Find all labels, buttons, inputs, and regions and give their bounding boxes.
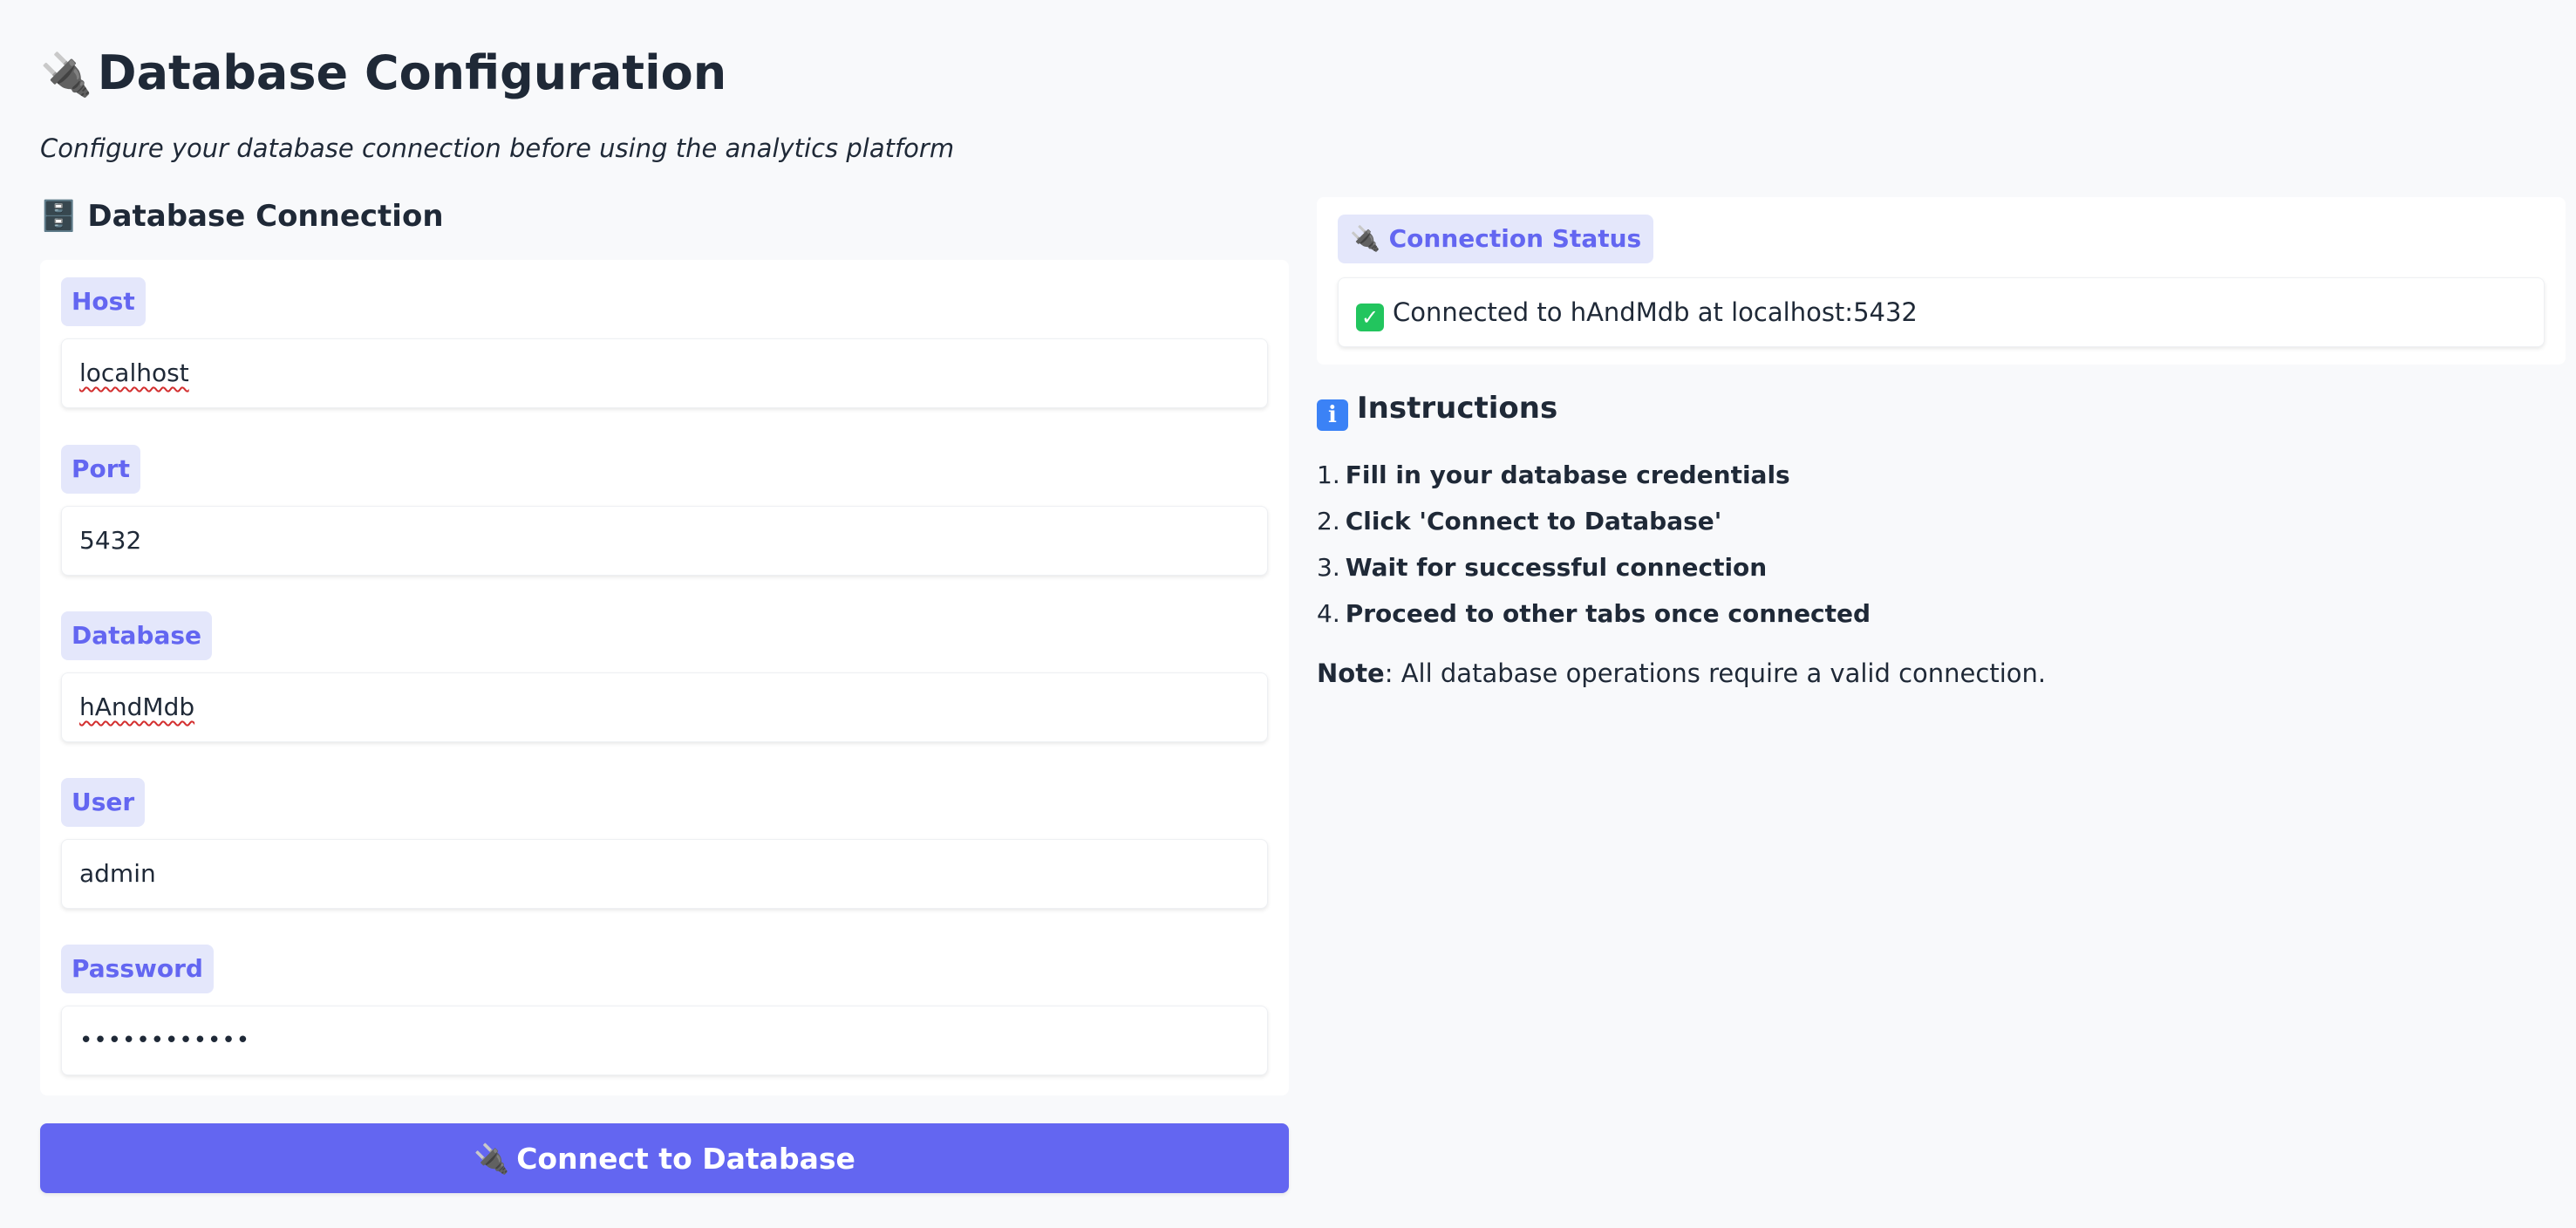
- connection-status-text: Connected to hAndMdb at localhost:5432: [1393, 297, 1918, 327]
- password-field-group: Password ••••••••••••: [61, 945, 1268, 1075]
- step-number: 2.: [1317, 507, 1340, 536]
- instructions-list: 1. Fill in your database credentials 2. Cl…: [1317, 452, 1871, 637]
- user-label: User: [61, 778, 146, 827]
- password-value: ••••••••••••: [79, 1027, 251, 1054]
- step-text: Proceed to other tabs once connected: [1345, 599, 1871, 628]
- password-label: Password: [61, 945, 214, 993]
- password-input[interactable]: ••••••••••••: [61, 1006, 1268, 1075]
- port-field-group: Port 5432: [61, 445, 1268, 576]
- connection-form: Host localhost Port 5432 Database hAndMd…: [40, 260, 1289, 1095]
- host-field-group: Host localhost: [61, 277, 1268, 408]
- user-value: admin: [79, 859, 156, 888]
- instructions-panel: i Instructions 1. Fill in your database cr…: [1317, 385, 2566, 688]
- plug-icon: 🔌: [474, 1142, 510, 1176]
- page-title: 🔌 Database Configuration: [40, 40, 726, 108]
- page-title-text: Database Configuration: [97, 45, 727, 100]
- step-number: 3.: [1317, 553, 1340, 582]
- instructions-heading: i Instructions: [1317, 385, 2566, 431]
- user-field-group: User admin: [61, 778, 1268, 909]
- connection-heading: 🗄️ Database Connection: [40, 194, 1289, 239]
- connection-heading-text: Database Connection: [87, 199, 444, 234]
- check-mark-icon: ✓: [1356, 304, 1384, 331]
- instruction-step: 1. Fill in your database credentials: [1317, 452, 1871, 498]
- database-field-group: Database hAndMdb: [61, 611, 1268, 742]
- port-value: 5432: [79, 526, 142, 555]
- host-value: localhost: [79, 358, 189, 387]
- connect-button[interactable]: 🔌 Connect to Database: [40, 1123, 1289, 1193]
- port-label: Port: [61, 445, 140, 494]
- host-label: Host: [61, 277, 146, 326]
- database-label: Database: [61, 611, 213, 660]
- instruction-step: 3. Wait for successful connection: [1317, 544, 1871, 590]
- step-number: 4.: [1317, 599, 1340, 628]
- database-input[interactable]: hAndMdb: [61, 672, 1268, 742]
- plug-icon: 🔌: [1350, 224, 1380, 253]
- instruction-step: 4. Proceed to other tabs once connected: [1317, 590, 1871, 637]
- file-cabinet-icon: 🗄️: [40, 199, 78, 234]
- user-input[interactable]: admin: [61, 839, 1268, 909]
- note-text: : All database operations require a vali…: [1384, 658, 2047, 688]
- page-subtitle: Configure your database connection befor…: [40, 133, 955, 163]
- note-label: Note: [1317, 658, 1385, 688]
- connection-status-card: 🔌 Connection Status ✓ Connected to hAndMd…: [1317, 197, 2566, 365]
- connection-status-label-text: Connection Status: [1388, 224, 1642, 253]
- step-number: 1.: [1317, 460, 1340, 489]
- step-text: Fill in your database credentials: [1345, 460, 1790, 489]
- step-text: Click 'Connect to Database': [1345, 507, 1722, 536]
- info-icon: i: [1317, 399, 1348, 431]
- plug-icon: 🔌: [40, 51, 92, 99]
- host-input[interactable]: localhost: [61, 338, 1268, 408]
- instructions-note: Note: All database operations require a …: [1317, 656, 2046, 691]
- port-input[interactable]: 5432: [61, 506, 1268, 576]
- connection-panel: 🗄️ Database Connection Host localhost Por…: [40, 194, 1289, 1193]
- step-text: Wait for successful connection: [1345, 553, 1768, 582]
- database-value: hAndMdb: [79, 692, 195, 721]
- instructions-heading-text: Instructions: [1357, 391, 1558, 426]
- connection-status-message: ✓ Connected to hAndMdb at localhost:5432: [1338, 277, 2545, 347]
- connect-button-label: Connect to Database: [516, 1142, 855, 1176]
- instruction-step: 2. Click 'Connect to Database': [1317, 498, 1871, 544]
- connection-status-label: 🔌 Connection Status: [1338, 215, 1654, 263]
